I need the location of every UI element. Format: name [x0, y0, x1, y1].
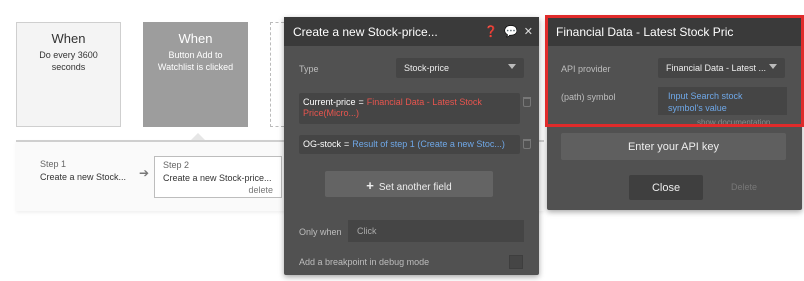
api-provider-dropdown[interactable]: Financial Data - Latest ... [658, 58, 785, 78]
only-when-label: Only when [299, 227, 342, 237]
delete-button[interactable]: Delete [731, 182, 757, 192]
chevron-down-icon [508, 64, 516, 69]
symbol-expression-input[interactable]: Input Search stock symbol's value [658, 87, 787, 115]
step-label: Step 1 [40, 159, 67, 169]
dialog-header-icons: ❓ 💬 ✕ [481, 25, 533, 38]
field-expression[interactable]: Result of step 1 (Create a new Stoc...) [352, 139, 505, 149]
arrow-right-icon: ➔ [139, 166, 150, 180]
enter-api-key-button[interactable]: Enter your API key [561, 133, 786, 160]
event-title: When [178, 31, 213, 46]
field-assignment-current-price[interactable]: Current-price = Financial Data - Latest St… [299, 93, 520, 124]
event-card-add-placeholder[interactable] [270, 22, 284, 127]
workflow-step-1[interactable]: Step 1 Create a new Stock... [40, 159, 126, 182]
event-card-button-click[interactable]: When Button Add to Watchlist is clicked [143, 22, 248, 127]
step-delete-link[interactable]: delete [248, 185, 273, 195]
set-another-field-button[interactable]: + Set another field [325, 171, 493, 197]
type-dropdown-value: Stock-price [404, 63, 450, 73]
only-when-input[interactable]: Click [348, 220, 524, 242]
step-label: Step 2 [163, 160, 190, 170]
close-icon[interactable]: ✕ [524, 25, 533, 38]
api-data-source-dialog: Financial Data - Latest Stock Pric API p… [547, 17, 802, 210]
symbol-label: (path) symbol [561, 92, 616, 102]
event-description: Do every 3600 seconds [39, 50, 98, 72]
field-assignment-og-stock[interactable]: OG-stock = Result of step 1 (Create a new … [299, 135, 520, 154]
show-documentation-link[interactable]: show documentation [697, 118, 770, 127]
event-title: When [51, 31, 86, 46]
workflow-step-2[interactable]: Step 2 Create a new Stock-price... delet… [154, 156, 282, 198]
event-description: Button Add to Watchlist is clicked [157, 50, 234, 72]
type-label: Type [299, 64, 319, 74]
step-name: Create a new Stock... [40, 172, 127, 182]
trash-icon[interactable] [523, 97, 531, 107]
dialog-title: Financial Data - Latest Stock Pric [547, 17, 802, 46]
selected-event-pointer [191, 133, 205, 140]
step-name: Create a new Stock-price... [163, 173, 272, 183]
help-icon[interactable]: ❓ [484, 25, 498, 38]
chevron-down-icon [769, 64, 777, 69]
type-dropdown[interactable]: Stock-price [396, 58, 524, 78]
field-key: OG-stock [303, 139, 342, 149]
trash-icon[interactable] [523, 139, 531, 149]
plus-icon: + [366, 178, 374, 193]
breakpoint-checkbox[interactable] [509, 255, 523, 269]
api-provider-label: API provider [561, 64, 611, 74]
close-button[interactable]: Close [629, 175, 703, 200]
create-thing-dialog: Create a new Stock-price... ❓ 💬 ✕ Type S… [284, 17, 539, 275]
api-provider-value: Financial Data - Latest ... [666, 63, 767, 73]
field-key: Current-price [303, 97, 356, 107]
comment-icon[interactable]: 💬 [504, 25, 518, 38]
event-card-timer[interactable]: When Do every 3600 seconds [16, 22, 121, 127]
breakpoint-label: Add a breakpoint in debug mode [299, 257, 430, 267]
